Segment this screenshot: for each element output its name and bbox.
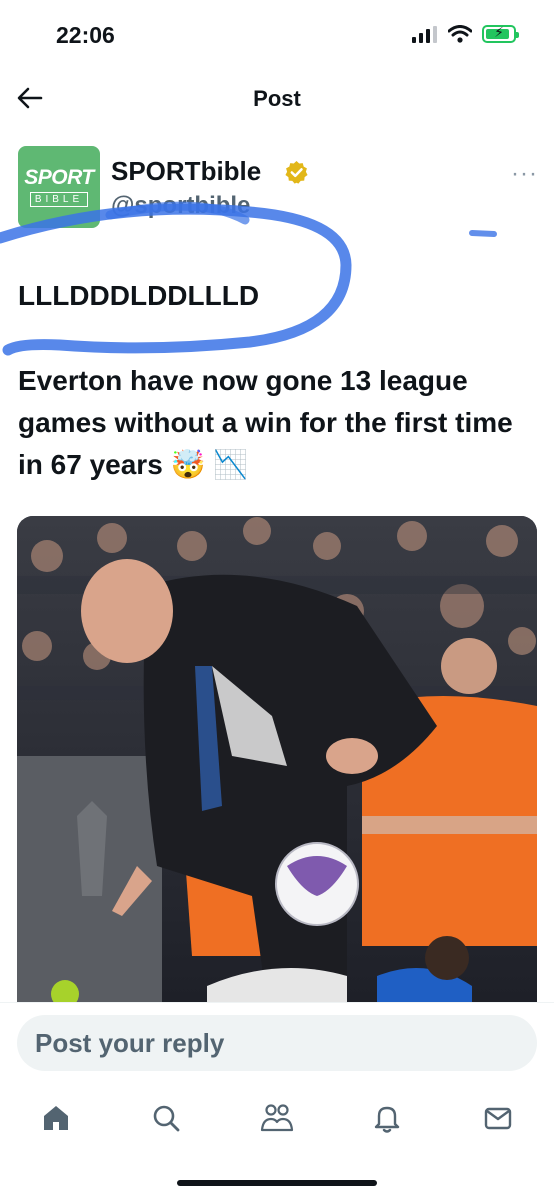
avatar-logo-subtext: BIBLE (30, 192, 88, 207)
post-text-line2: Everton have now gone 13 league games wi… (18, 365, 513, 480)
post-photo (17, 516, 537, 1002)
wifi-icon (448, 25, 472, 43)
reply-placeholder: Post your reply (35, 1027, 225, 1058)
nav-bar: Post (0, 72, 554, 124)
avatar-logo-text: SPORT (24, 166, 94, 189)
tab-search[interactable] (146, 1098, 186, 1138)
status-time: 22:06 (56, 22, 115, 48)
mail-icon (484, 1107, 512, 1130)
charging-bolt-icon: ⚡ (494, 24, 504, 40)
verified-badge-icon (285, 161, 308, 184)
author-display-name[interactable]: SPORTbible (111, 156, 261, 187)
home-indicator[interactable] (177, 1180, 377, 1186)
tab-communities[interactable] (257, 1098, 297, 1138)
home-icon (44, 1106, 68, 1130)
post-author: SPORT BIBLE SPORTbible @sportbible ··· (18, 146, 538, 236)
author-handle[interactable]: @sportbible (111, 192, 250, 220)
reply-input[interactable]: Post your reply (17, 1015, 537, 1071)
status-bar: 22:06 ⚡ (0, 0, 554, 70)
tab-notifications[interactable] (367, 1098, 407, 1138)
post-text-line1: LLLDDDLDDLLLD (18, 280, 260, 311)
post-media-image[interactable] (17, 516, 537, 1002)
bottom-tab-bar (0, 1090, 554, 1150)
battery-icon: ⚡ (482, 24, 519, 43)
page-title: Post (253, 86, 301, 111)
reply-bar: Post your reply (0, 1002, 554, 1087)
avatar[interactable]: SPORT BIBLE (18, 146, 100, 228)
communities-icon (260, 1104, 294, 1132)
battery-cap (516, 32, 519, 38)
more-options-button[interactable]: ··· (511, 160, 538, 188)
search-icon (153, 1105, 180, 1132)
bell-icon (374, 1106, 400, 1133)
tab-messages[interactable] (478, 1098, 518, 1138)
status-icons: ⚡ (412, 24, 519, 43)
signal-icon (412, 25, 437, 43)
tab-home[interactable] (36, 1098, 76, 1138)
